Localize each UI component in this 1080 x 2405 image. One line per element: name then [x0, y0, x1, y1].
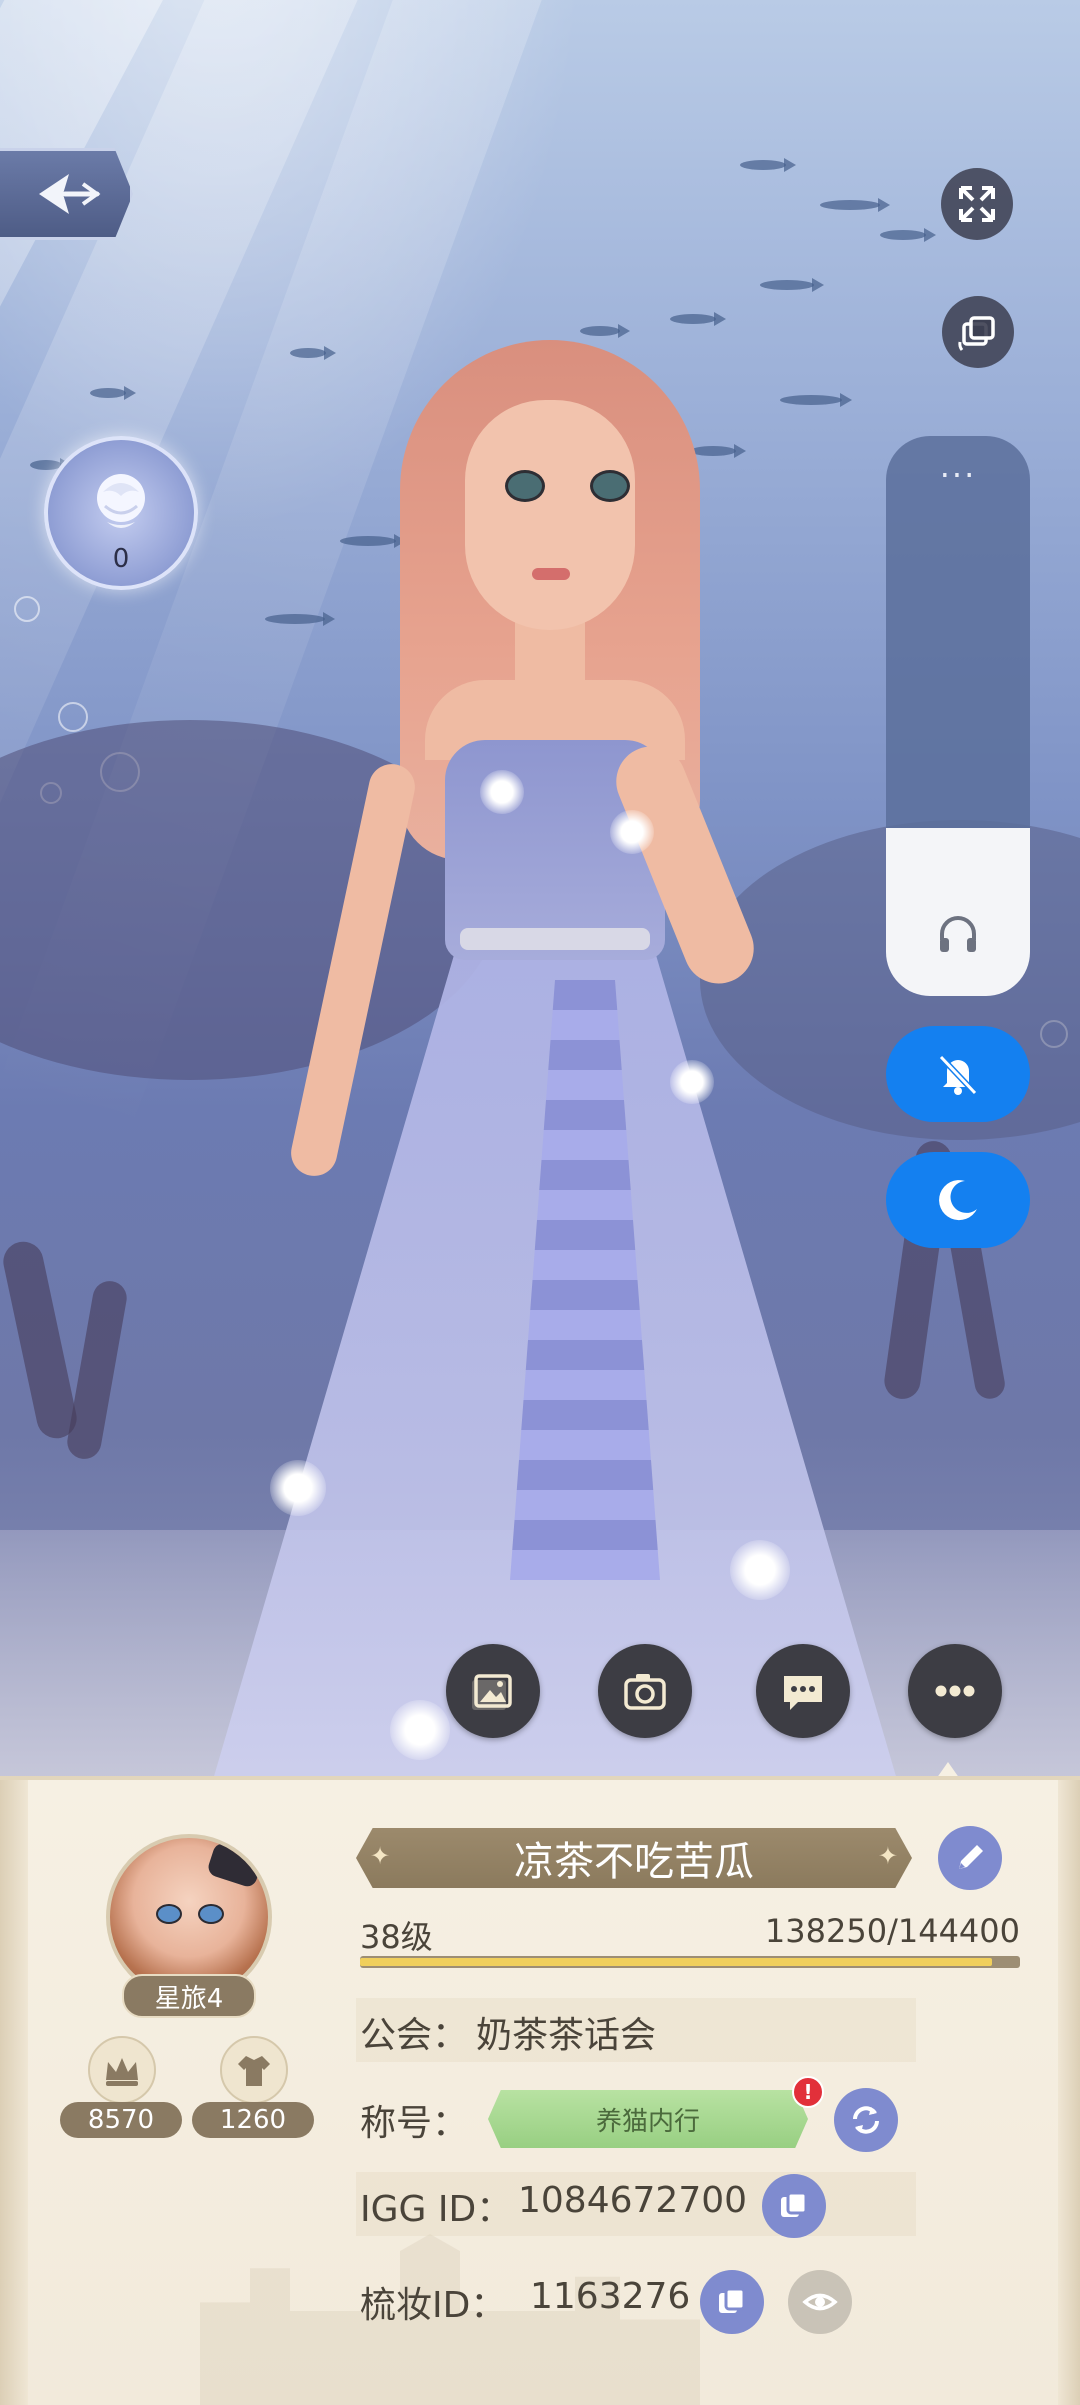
- outfit-stat-icon-wrap: [220, 2036, 288, 2104]
- switch-view-icon: [958, 316, 995, 351]
- switch-title-button[interactable]: [834, 2088, 898, 2152]
- rose-icon: [97, 474, 145, 528]
- night-mode-button[interactable]: [886, 1152, 1030, 1248]
- copy-icon: [719, 2287, 746, 2313]
- title-tag[interactable]: 养猫内行: [488, 2090, 808, 2148]
- volume-menu-dots[interactable]: ···: [886, 456, 1030, 494]
- copy-igg-id-button[interactable]: [762, 2174, 826, 2238]
- more-icon: [935, 1685, 975, 1697]
- xp-bar: [360, 1956, 1020, 1968]
- title-value: 养猫内行: [595, 2106, 700, 2137]
- bubble: [14, 596, 40, 622]
- fish: [580, 324, 630, 338]
- fullscreen-icon: [959, 186, 995, 222]
- coral: [64, 1278, 130, 1462]
- refresh-icon: [853, 2106, 879, 2134]
- rose-count: 0: [112, 544, 130, 574]
- avatar-eye-right: [198, 1904, 224, 1924]
- title-label: 称号：: [360, 2103, 469, 2144]
- eye-icon: [802, 2293, 838, 2311]
- camera-button[interactable]: [598, 1644, 692, 1738]
- crown-stat-icon-wrap: [88, 2036, 156, 2104]
- character-eye-left: [505, 470, 545, 502]
- back-button[interactable]: [0, 148, 133, 240]
- guild-name[interactable]: 奶茶茶话会: [476, 2006, 656, 2058]
- rank-badge: 星旅4: [122, 1974, 256, 2018]
- fullscreen-button[interactable]: [941, 168, 1013, 240]
- bubble: [58, 702, 88, 732]
- rose-counter-badge[interactable]: 0: [44, 436, 198, 590]
- dress-flower: [480, 770, 524, 814]
- copy-icon: [781, 2191, 808, 2217]
- igg-id-label: IGG ID：: [360, 2189, 513, 2230]
- fish: [760, 278, 824, 292]
- character-lips: [532, 568, 570, 580]
- mute-toggle-button[interactable]: [886, 1026, 1030, 1122]
- headphones-icon: [940, 916, 976, 952]
- switch-view-button[interactable]: [942, 296, 1014, 368]
- crown-points: 8570: [60, 2102, 182, 2138]
- title-alert-badge: !: [792, 2076, 824, 2108]
- fish: [90, 386, 136, 400]
- visibility-toggle-button[interactable]: [788, 2270, 852, 2334]
- fish: [820, 198, 890, 212]
- dress-flower: [390, 1700, 450, 1760]
- guild-label: 公会：: [360, 2015, 469, 2056]
- character-face: [465, 400, 635, 630]
- more-button[interactable]: [908, 1644, 1002, 1738]
- player-character: [210, 340, 910, 1790]
- volume-slider[interactable]: ···: [886, 436, 1030, 996]
- igg-id-value: 1084672700: [518, 2180, 748, 2221]
- character-belt: [460, 928, 650, 950]
- makeup-id-value: 1163276: [530, 2276, 691, 2317]
- fish: [880, 228, 936, 242]
- gallery-icon: [472, 1674, 512, 1710]
- dress-flower: [730, 1540, 790, 1600]
- pencil-icon: [959, 1845, 983, 1869]
- makeup-id-label: 梳妆ID：: [360, 2285, 507, 2326]
- fish: [670, 312, 726, 326]
- plate-star-left: ✦: [370, 1842, 391, 1870]
- copy-makeup-id-button[interactable]: [700, 2270, 764, 2334]
- outfit-icon: [238, 2056, 270, 2086]
- xp-bar-fill: [360, 1958, 992, 1966]
- dress-flower: [270, 1460, 326, 1516]
- character-eye-right: [590, 470, 630, 502]
- dress-flower: [670, 1060, 714, 1104]
- coral: [0, 1238, 81, 1442]
- nickname: 凉茶不吃苦瓜: [514, 1839, 754, 1885]
- camera-icon: [624, 1674, 666, 1710]
- xp-text: 138250/144400: [764, 1912, 1020, 1950]
- chat-button[interactable]: [756, 1644, 850, 1738]
- avatar-eye-left: [156, 1904, 182, 1924]
- edit-nickname-button[interactable]: [938, 1826, 1002, 1890]
- chat-icon: [784, 1676, 822, 1710]
- nickname-plate: ✦ 凉茶不吃苦瓜 ✦: [356, 1828, 912, 1888]
- volume-level-fill: [886, 828, 1030, 996]
- dress-flower: [610, 810, 654, 854]
- outfit-points: 1260: [192, 2102, 314, 2138]
- character-arm-left: [286, 759, 420, 1181]
- level-text: 38级: [360, 1918, 433, 1956]
- gallery-button[interactable]: [446, 1644, 540, 1738]
- crown-icon: [106, 2058, 138, 2086]
- bell-muted-icon: [938, 1054, 978, 1096]
- plate-star-right: ✦: [877, 1842, 898, 1870]
- fish: [740, 158, 796, 172]
- moon-icon: [939, 1180, 977, 1221]
- back-arrow-icon: [39, 174, 101, 214]
